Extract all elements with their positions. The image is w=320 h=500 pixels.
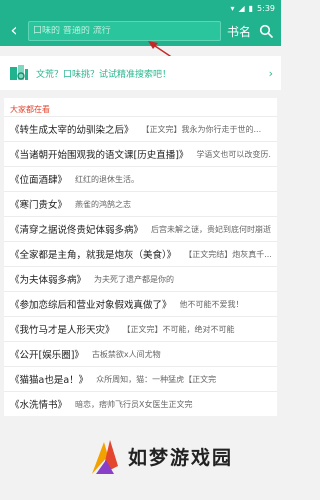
search-input[interactable] [33,26,216,36]
book-description: 他不可能不爱我！ [179,299,244,309]
book-row[interactable]: 《参加恋综后和营业对象假戏真做了》 他不可能不爱我！ [4,291,277,316]
status-time: 5:39 [257,3,275,13]
book-description: 古板禁欲x人间尤物 [91,349,161,359]
book-description: 红红的退休生活。 [75,174,140,184]
search-button[interactable] [257,22,275,40]
watermark-text: 如梦游戏园 [128,446,234,469]
precise-search-tip[interactable]: 文荒？口味挑？试试精准搜索吧！ › [0,56,281,90]
popular-list: 大家都在看 《转生成太宰的幼驯染之后》 【正文完】我永为你行走于世的... 《当诸朝… [4,98,277,416]
book-list: 《转生成太宰的幼驯染之后》 【正文完】我永为你行走于世的... 《当诸朝开始围观我的… [4,116,277,416]
book-title: 《为夫体弱多病》 [10,275,87,286]
book-description: 学语文也可以改变历... [196,149,271,159]
book-description: 燕雀的鸿鹄之志 [75,199,132,209]
wifi-icon: ▾ [230,3,235,13]
status-bar: ▾ ◢ ▮ 5:39 [0,0,281,16]
search-box[interactable] [28,21,221,41]
section-title: 大家都在看 [10,105,50,114]
tip-text: 文荒？口味挑？试试精准搜索吧！ [36,69,172,80]
book-row[interactable]: 《公开[娱乐圈]》 古板禁欲x人间尤物 [4,341,277,366]
book-row[interactable]: 《为夫体弱多病》 为夫死了遗产都是你的 [4,266,277,291]
book-row[interactable]: 《全家都是主角，就我是炮灰（美食）》 【正文完结】炮灰真千... [4,241,277,266]
chevron-left-icon: ‹ [10,20,18,41]
book-row[interactable]: 《猫猫a也是a！》 众所周知，猫：一种猛虎【正文完 [4,366,277,391]
book-icon [10,65,28,80]
book-title: 《寒门贵女》 [10,200,68,211]
book-row[interactable]: 《位面酒肆》 红红的退休生活。 [4,166,277,191]
book-title: 《参加恋综后和营业对象假戏真做了》 [10,300,172,311]
book-description: 暗恋，痞帅飞行员X女医生正文完 [75,399,193,409]
chevron-right-icon: › [268,66,273,80]
book-description: 【正文完结】炮灰真千... [184,249,271,259]
book-title: 《公开[娱乐圈]》 [10,350,84,361]
book-title: 《全家都是主角，就我是炮灰（美食）》 [10,250,177,261]
signal-icon: ◢ [238,3,245,13]
header-bar: ‹ 书名 [0,16,281,46]
book-row[interactable]: 《寒门贵女》 燕雀的鸿鹄之志 [4,191,277,216]
book-title: 《位面酒肆》 [10,175,68,186]
book-description: 【正文完】我永为你行走于世的... [141,124,262,134]
watermark-logo-icon [92,440,118,474]
book-description: 众所周知，猫：一种猛虎【正文完 [96,374,217,384]
book-description: 为夫死了遗产都是你的 [94,274,175,284]
book-title: 《当诸朝开始围观我的语文课[历史直播]》 [10,150,189,161]
battery-icon: ▮ [248,3,254,13]
book-row[interactable]: 《我竹马才是人形天灾》 【正文完】不可能，绝对不可能 [4,316,277,341]
book-title: 《转生成太宰的幼驯染之后》 [10,125,134,136]
book-title: 《我竹马才是人形天灾》 [10,325,115,336]
book-title: 《清穿之据说佟贵妃体弱多病》 [10,225,144,236]
watermark: 如梦游戏园 [88,436,233,476]
book-row[interactable]: 《水洗情书》 暗恋，痞帅飞行员X女医生正文完 [4,391,277,416]
book-description: 后宫未解之谜，贵妃到底何时崩逝... [151,224,271,234]
back-button[interactable]: ‹ [6,21,22,41]
search-icon [259,24,273,38]
book-title: 《猫猫a也是a！》 [10,375,89,386]
book-row[interactable]: 《转生成太宰的幼驯染之后》 【正文完】我永为你行走于世的... [4,116,277,141]
book-row[interactable]: 《清穿之据说佟贵妃体弱多病》 后宫未解之谜，贵妃到底何时崩逝... [4,216,277,241]
book-row[interactable]: 《当诸朝开始围观我的语文课[历史直播]》 学语文也可以改变历... [4,141,277,166]
book-description: 【正文完】不可能，绝对不可能 [122,324,235,334]
book-title: 《水洗情书》 [10,400,68,411]
book-name-button[interactable]: 书名 [227,23,251,40]
